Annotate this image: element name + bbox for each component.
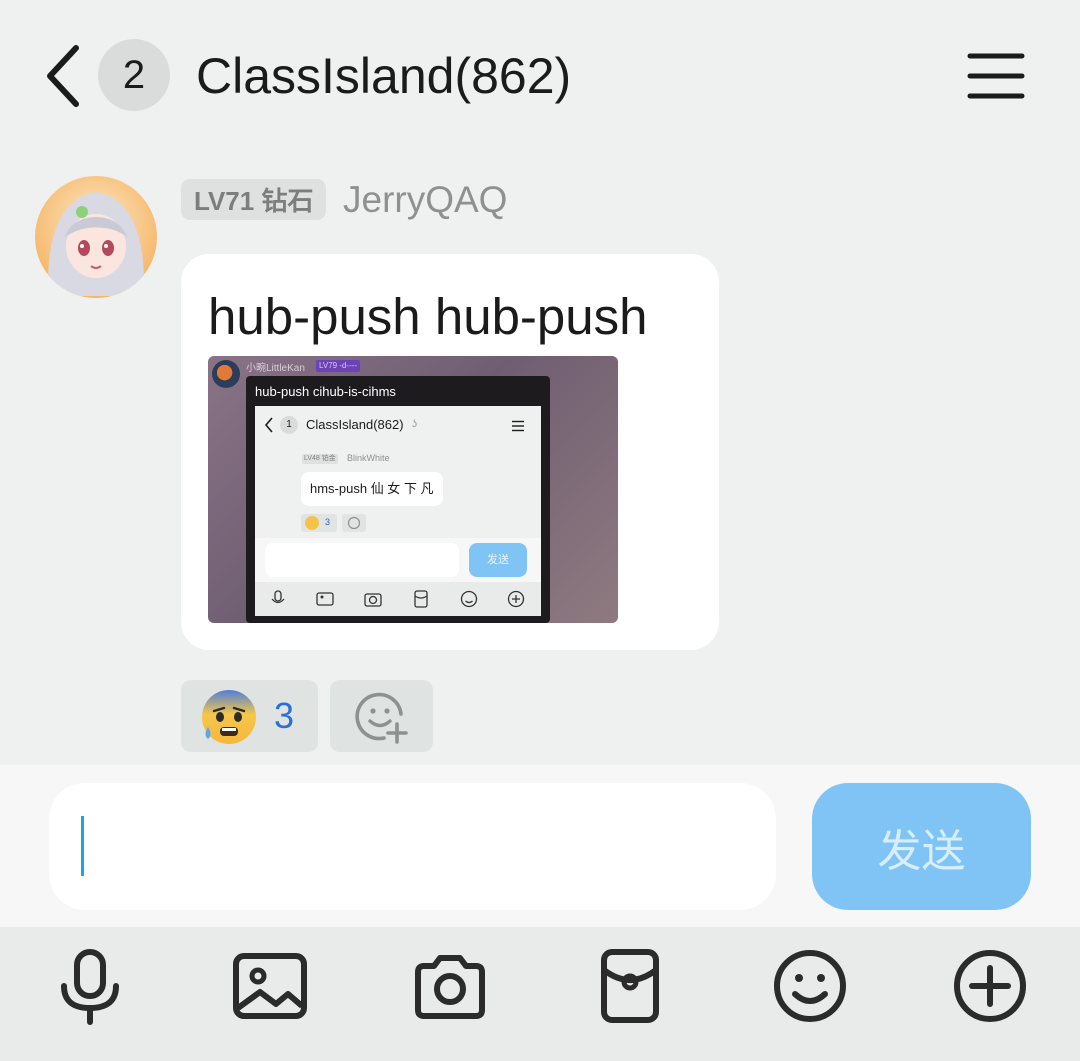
image-icon[interactable] [230, 946, 310, 1026]
nested-add-reaction-icon [342, 514, 366, 532]
bottom-toolbar [0, 927, 1080, 1061]
nested-unread-badge: 1 [280, 416, 298, 434]
sender-level-badge: LV71 钻石 [181, 179, 327, 220]
nested-msg-bubble: hms-push 仙 女 下 凡 [301, 472, 443, 506]
nested-level-badge: LV79 -d---- [316, 360, 361, 372]
nested-send-button: 发送 [469, 543, 527, 577]
anime-avatar-icon [35, 176, 157, 298]
red-packet-icon[interactable] [590, 946, 670, 1026]
nested-camera-icon [364, 593, 382, 607]
chat-header: 2 ClassIsland(862) [0, 0, 1080, 150]
nested-screenshot: 1 ClassIsland(862) ʖ LV48 铂金 BlinkWhite … [255, 406, 541, 616]
nested-reaction-emoji [305, 516, 319, 530]
nested-card-text: hub-push cihub-is-cihms [255, 384, 396, 399]
nested-emoji-icon [460, 590, 478, 608]
nested-msg-sender: BlinkWhite [347, 453, 390, 463]
chat-title[interactable]: ClassIsland(862) [196, 44, 571, 108]
add-reaction-button[interactable] [330, 680, 433, 752]
sender-avatar[interactable] [35, 176, 157, 298]
chevron-left-icon [47, 45, 79, 107]
microphone-icon[interactable] [50, 946, 130, 1026]
reaction-chip[interactable]: 3 [181, 680, 318, 752]
nested-reaction-chip: 3 [301, 514, 337, 532]
nested-red-packet-icon [414, 590, 428, 608]
reaction-count: 3 [274, 695, 295, 736]
nested-microphone-icon [271, 590, 285, 604]
plus-icon[interactable] [950, 946, 1030, 1026]
unread-count-badge[interactable]: 2 [98, 39, 170, 111]
nested-menu-icon [512, 420, 524, 432]
emoji-icon[interactable] [770, 946, 850, 1026]
hamburger-menu-icon [967, 53, 1025, 99]
nested-ear-icon: ʖ [412, 419, 417, 430]
nested-chevron-left-icon [264, 417, 273, 433]
nested-reaction-count: 3 [325, 517, 331, 527]
nested-msg-level: LV48 铂金 [302, 454, 338, 464]
message-text: hub-push hub-push [208, 288, 648, 345]
send-button[interactable]: 发送 [812, 783, 1031, 910]
nested-avatar [212, 360, 240, 388]
nested-sender-name: 小畹LittleKan [246, 363, 305, 374]
text-caret [81, 816, 84, 876]
nested-text-input [265, 543, 459, 577]
camera-icon[interactable] [410, 946, 490, 1026]
nested-plus-icon [507, 590, 525, 608]
menu-button[interactable] [962, 48, 1030, 104]
sender-name[interactable]: JerryQAQ [343, 178, 507, 222]
message-image[interactable]: 小畹LittleKan LV79 -d---- hub-push cihub-i… [208, 356, 618, 623]
nested-chat-title: ClassIsland(862) [306, 417, 404, 432]
nested-toolbar [255, 582, 541, 616]
nested-card: hub-push cihub-is-cihms 1 ClassIsland(86… [246, 376, 550, 623]
add-reaction-icon [355, 692, 408, 744]
message-input[interactable] [49, 783, 776, 910]
nested-image-icon [316, 592, 334, 606]
back-button[interactable] [40, 42, 90, 110]
nested-input-bar: 发送 [255, 538, 541, 582]
message-bubble[interactable]: hub-push hub-push 小畹LittleKan LV79 -d---… [181, 254, 719, 650]
message-input-bar: 发送 [0, 765, 1080, 927]
anxious-face-emoji-icon [202, 690, 256, 744]
